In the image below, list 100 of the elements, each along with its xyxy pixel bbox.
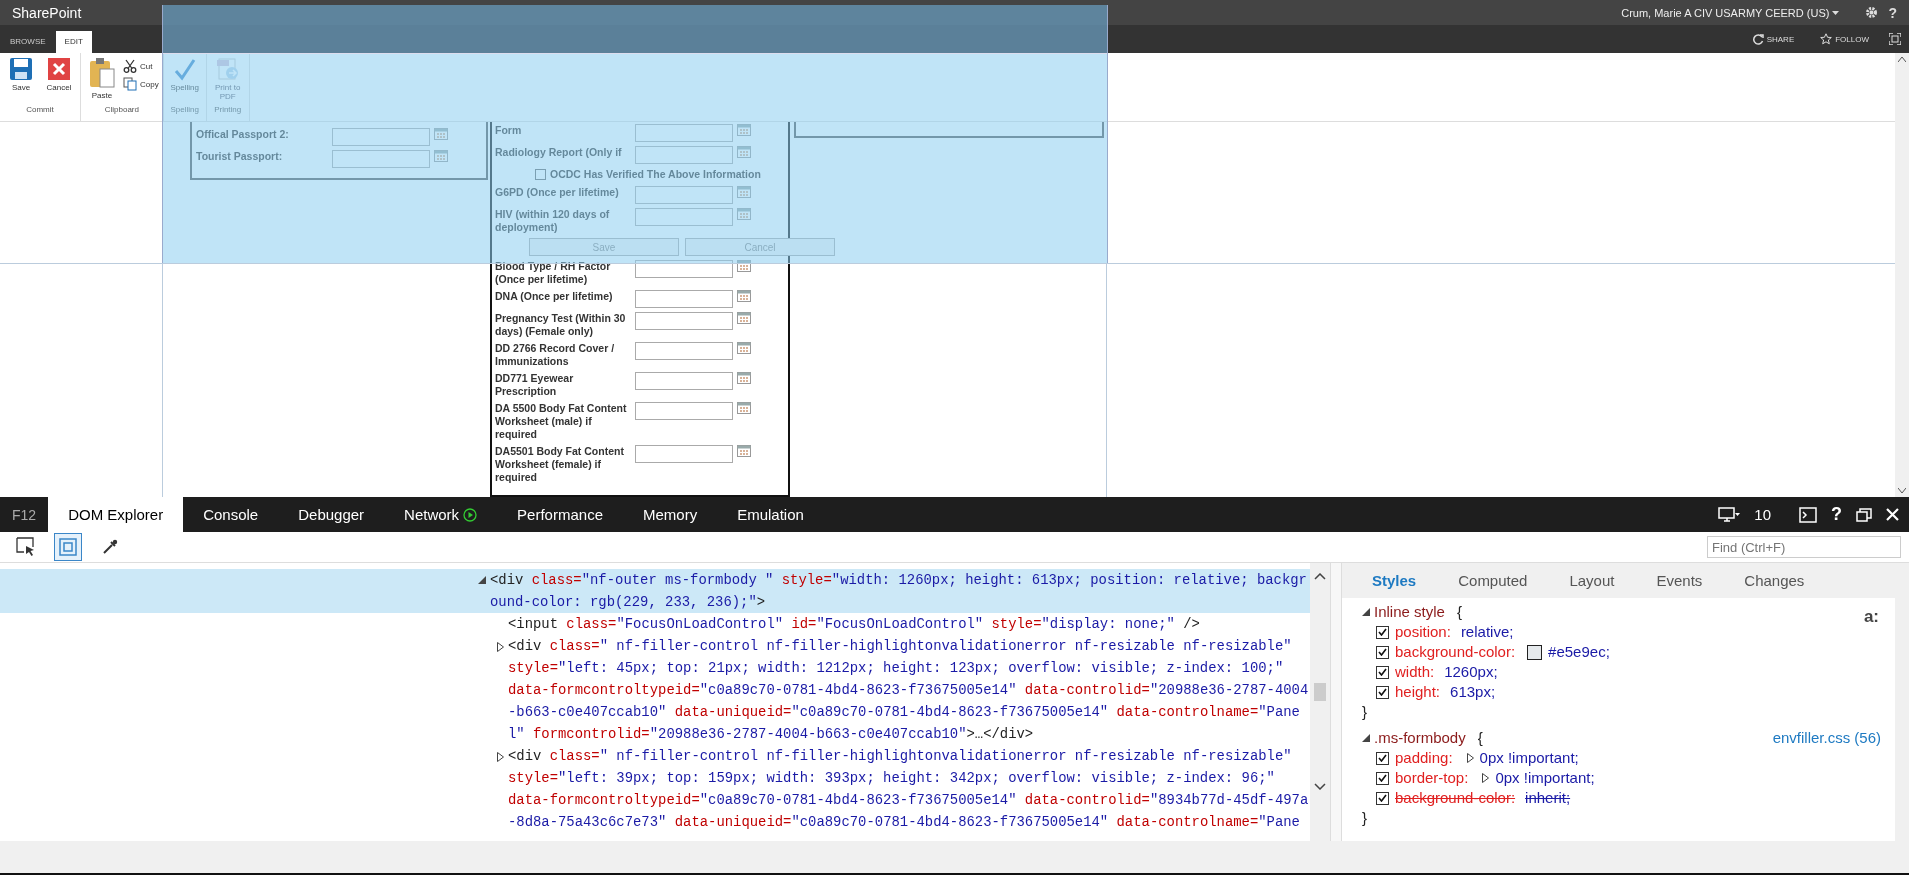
date-field[interactable] bbox=[635, 372, 733, 390]
ribbon-tab[interactable]: BROWSE bbox=[1, 31, 55, 53]
ribbon-button[interactable]: Cancel bbox=[41, 56, 77, 105]
field-label: DD771 Eyewear Prescription bbox=[495, 372, 575, 398]
property-value[interactable]: 0px !important; bbox=[1479, 748, 1579, 768]
expand-triangle-icon[interactable] bbox=[1466, 753, 1474, 763]
checkbox[interactable] bbox=[535, 168, 546, 180]
help-button[interactable]: ? bbox=[1831, 504, 1842, 525]
find-field[interactable]: Find (Ctrl+F) bbox=[1707, 536, 1901, 558]
styles-tab[interactable]: Computed bbox=[1440, 572, 1546, 589]
toolbar-toggle[interactable] bbox=[54, 533, 82, 561]
dom-node[interactable]: <div class="nf-outer ms-formbody " style="width: 1260px; height: 613px; position: relative; backgr ound-color: rgb(229, 233, 236);"> bbox=[490, 569, 1307, 613]
copy-icon bbox=[123, 77, 137, 91]
date-field[interactable] bbox=[635, 146, 733, 164]
ribbon-button[interactable]: Save bbox=[3, 56, 39, 105]
ribbon-tab[interactable]: EDIT bbox=[55, 31, 92, 53]
checkbox[interactable] bbox=[1376, 685, 1389, 699]
document-mode[interactable]: 10 bbox=[1754, 506, 1771, 523]
dom-node[interactable]: <input class="FocusOnLoadControl" id="FocusOnLoadControl" style="display: none;" /> bbox=[508, 613, 1200, 635]
eyedropper-icon bbox=[102, 539, 118, 555]
focus-icon[interactable] bbox=[1889, 33, 1901, 45]
styles-tab[interactable]: Events bbox=[1638, 572, 1721, 589]
monitor-icon[interactable] bbox=[1718, 506, 1741, 523]
property-name[interactable]: background-color: bbox=[1395, 642, 1516, 662]
styles-tab[interactable]: Styles bbox=[1354, 572, 1435, 589]
devtools-tab[interactable]: Performance bbox=[497, 497, 623, 532]
expanded-triangle-icon[interactable] bbox=[478, 576, 486, 584]
brace: { bbox=[1477, 728, 1483, 748]
property-name[interactable]: width: bbox=[1395, 662, 1435, 682]
date-field[interactable] bbox=[332, 150, 430, 168]
checkbox[interactable] bbox=[1376, 791, 1389, 805]
property-name[interactable]: height: bbox=[1395, 682, 1441, 702]
date-field[interactable] bbox=[635, 342, 733, 360]
site-title[interactable]: SharePoint bbox=[12, 4, 1616, 21]
color-swatch[interactable] bbox=[1527, 644, 1543, 660]
settings-icon[interactable] bbox=[1865, 6, 1879, 19]
share-button[interactable]: SHARE bbox=[1745, 32, 1801, 46]
date-field[interactable] bbox=[635, 445, 733, 463]
scroll-down-icon bbox=[1314, 783, 1326, 790]
checkbox[interactable] bbox=[1376, 645, 1389, 659]
sync-arrows-icon bbox=[1751, 33, 1764, 45]
date-field[interactable] bbox=[332, 128, 430, 146]
expand-triangle-icon[interactable] bbox=[1482, 773, 1490, 783]
expanded-triangle-icon[interactable] bbox=[1362, 734, 1370, 742]
calendar-icon bbox=[434, 150, 448, 162]
date-field[interactable] bbox=[635, 260, 733, 278]
date-field[interactable] bbox=[635, 124, 733, 142]
property-value[interactable]: 1260px; bbox=[1444, 662, 1498, 682]
devtools-tab[interactable]: Debugger bbox=[278, 497, 385, 532]
help-button[interactable]: ? bbox=[1888, 4, 1897, 21]
source-link[interactable]: envfiller.css (56) bbox=[1772, 728, 1881, 748]
property-value[interactable]: inherit; bbox=[1525, 788, 1571, 808]
star-icon bbox=[1820, 33, 1833, 45]
property-name[interactable]: border-top: bbox=[1395, 768, 1469, 788]
checkbox[interactable] bbox=[1376, 771, 1389, 785]
checkbox[interactable] bbox=[1376, 625, 1389, 639]
follow-button[interactable]: FOLLOW bbox=[1814, 32, 1875, 46]
checkbox[interactable] bbox=[1376, 751, 1389, 765]
scrollbar-thumb[interactable] bbox=[1314, 683, 1326, 701]
scrollbar[interactable] bbox=[1895, 53, 1909, 497]
date-field[interactable] bbox=[635, 402, 733, 420]
collapsed-triangle-icon[interactable] bbox=[496, 642, 504, 652]
collapsed-triangle-icon[interactable] bbox=[496, 752, 504, 762]
property-name[interactable]: background-color: bbox=[1395, 788, 1516, 808]
date-field[interactable] bbox=[635, 290, 733, 308]
close-icon[interactable] bbox=[1886, 508, 1899, 521]
group-label: Spelling bbox=[169, 105, 200, 116]
restore-icon[interactable] bbox=[1856, 507, 1872, 522]
devtools-tab[interactable]: Emulation bbox=[717, 497, 824, 532]
devtools-tab[interactable]: Memory bbox=[623, 497, 718, 532]
calendar-icon bbox=[737, 402, 751, 414]
property-value[interactable]: relative; bbox=[1460, 622, 1514, 642]
date-field[interactable] bbox=[635, 208, 733, 226]
dom-node[interactable]: <div class=" nf-filler-control nf-filler-highlightonvalidationerror nf-resizable nf-resizable" style="left: 39px; top: 159px; width: 393px; height: 342px; overflow: visible; z-index: 96;" data-formcontroltypeid="c0a89c70-0781-4bd4-8623-f73675005e14" data-controlid="8934b77d-45df-497a -8d8a-75a43c6c7e73" data-uniqueid="c0a89c70-0781-4bd4-8623-f73675005e14" data-controlname="Pane bbox=[508, 745, 1309, 833]
checkbox[interactable] bbox=[1376, 665, 1389, 679]
ribbon-button[interactable]: Copy bbox=[122, 76, 160, 92]
scrollbar[interactable] bbox=[1310, 563, 1330, 841]
styles-tab[interactable]: Changes bbox=[1726, 572, 1823, 589]
property-value[interactable]: #e5e9ec; bbox=[1548, 642, 1610, 662]
property-name[interactable]: position: bbox=[1395, 622, 1451, 642]
property-value[interactable]: 613px; bbox=[1450, 682, 1496, 702]
ribbon-button[interactable]: Cut bbox=[122, 58, 160, 74]
devtools-tab[interactable]: Network bbox=[384, 497, 498, 532]
devtools-tab[interactable]: Console bbox=[183, 497, 279, 532]
property-name[interactable]: padding: bbox=[1395, 748, 1453, 768]
checkmark-icon bbox=[1378, 754, 1387, 762]
property-value[interactable]: 0px !important; bbox=[1495, 768, 1595, 788]
devtools-tab[interactable]: DOM Explorer bbox=[48, 497, 184, 532]
caret-icon bbox=[1832, 10, 1840, 15]
date-field[interactable] bbox=[635, 186, 733, 204]
user-menu[interactable]: Crum, Marie A CIV USARMY CEERD (US) bbox=[1615, 5, 1846, 20]
expanded-triangle-icon[interactable] bbox=[1362, 608, 1370, 616]
pseudo-class-toggle[interactable]: a: bbox=[1863, 607, 1879, 627]
field-label: HIV (within 120 days of deployment) bbox=[495, 208, 611, 234]
dom-node[interactable]: <div class=" nf-filler-control nf-filler-highlightonvalidationerror nf-resizable nf-resizable" style="left: 45px; top: 21px; width: 1212px; height: 123px; overflow: visible; z-index: 100;" data-formcontroltypeid="c0a89c70-0781-4bd4-8623-f73675005e14" data-controlid="20988e36-2787-4004 -b663-c0e407ccab10" data-uniqueid="c0a89c70-0781-4bd4-8623-f73675005e14" data-controlname="Pane l" formcontrolid="20988e36-2787-4004-b663-c0e407ccab10">…</div> bbox=[508, 635, 1309, 745]
styles-tab[interactable]: Layout bbox=[1551, 572, 1633, 589]
console-icon[interactable] bbox=[1799, 506, 1817, 523]
ribbon-button[interactable]: Paste bbox=[84, 56, 120, 105]
date-field[interactable] bbox=[635, 312, 733, 330]
calendar-icon bbox=[737, 290, 751, 302]
